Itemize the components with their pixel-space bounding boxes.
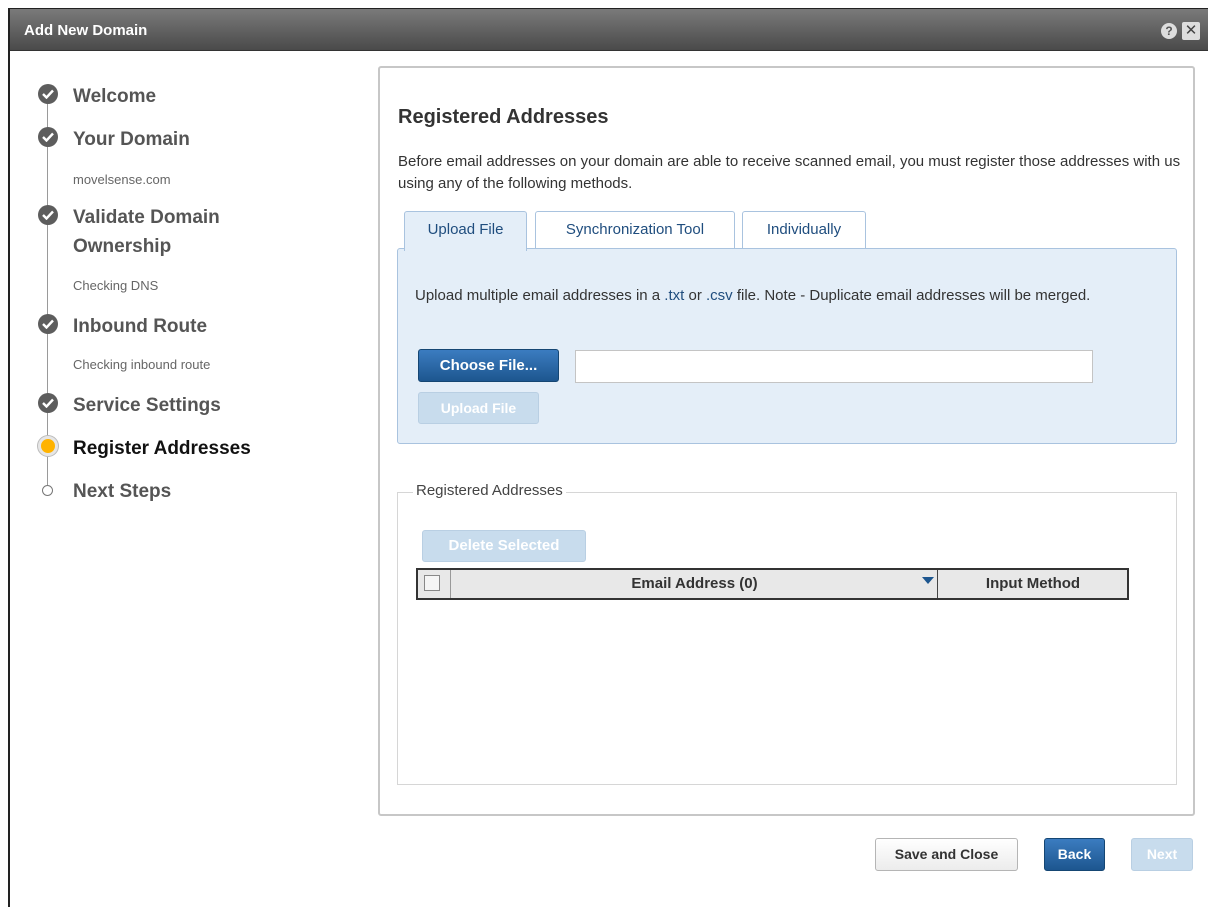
help-icon[interactable]: ? [1161, 23, 1177, 39]
page-title: Registered Addresses [398, 106, 609, 128]
upload-instructions: Upload multiple email addresses in a .tx… [415, 285, 1165, 307]
step-label: Welcome [73, 86, 157, 107]
tab-synchronization-tool[interactable]: Synchronization Tool [535, 211, 735, 248]
step-label: Your Domain [73, 129, 190, 150]
upload-file-button[interactable]: Upload File [418, 392, 539, 424]
column-input-method[interactable]: Input Method [939, 570, 1127, 598]
dialog-title: Add New Domain [24, 22, 148, 39]
sort-down-icon[interactable] [922, 577, 934, 584]
step-label-line2: Ownership [73, 236, 172, 257]
save-and-close-button[interactable]: Save and Close [875, 838, 1018, 871]
steps-connector-line [47, 89, 48, 489]
checkmark-icon [38, 127, 58, 147]
back-button[interactable]: Back [1044, 838, 1105, 871]
step-label: Inbound Route [73, 316, 208, 337]
step-sub-dns: Checking DNS [73, 278, 159, 293]
select-all-checkbox[interactable] [424, 575, 440, 591]
add-domain-dialog: Add New Domain ? ✕ Welcome Your Domain m… [8, 8, 1208, 907]
delete-selected-button[interactable]: Delete Selected [422, 530, 586, 562]
ext-csv-link: .csv [706, 287, 733, 304]
file-path-input[interactable] [575, 350, 1093, 383]
step-label: Validate Domain [73, 207, 220, 228]
ext-txt-link: .txt [664, 287, 685, 304]
next-button[interactable]: Next [1131, 838, 1193, 871]
dialog-titlebar: Add New Domain ? ✕ [10, 9, 1208, 51]
step-label: Register Addresses [73, 438, 251, 459]
page-description: Before email addresses on your domain ar… [398, 153, 1181, 192]
upload-text-before: Upload multiple email addresses in a [415, 287, 665, 304]
registered-addresses-group: Registered Addresses Delete Selected Ema… [397, 482, 1177, 785]
addresses-table-header: Email Address (0) Input Method [416, 568, 1129, 600]
step-label: Next Steps [73, 481, 172, 502]
choose-file-button[interactable]: Choose File... [418, 349, 559, 382]
column-email-address[interactable]: Email Address (0) [452, 570, 938, 598]
checkmark-icon [38, 205, 58, 225]
main-panel: Registered Addresses Before email addres… [378, 66, 1195, 816]
column-email-label: Email Address (0) [631, 575, 758, 592]
checkmark-icon [38, 314, 58, 334]
pending-step-icon [42, 485, 53, 496]
select-all-cell [418, 570, 451, 598]
upload-file-panel: Upload multiple email addresses in a .tx… [397, 248, 1177, 444]
checkmark-icon [38, 84, 58, 104]
checkmark-icon [38, 393, 58, 413]
wizard-steps: Welcome Your Domain movelsense.com Valid… [10, 51, 380, 551]
tab-individually[interactable]: Individually [742, 211, 866, 248]
upload-text-or: or [684, 287, 706, 304]
registered-addresses-legend: Registered Addresses [413, 482, 566, 499]
close-icon[interactable]: ✕ [1182, 22, 1200, 40]
tab-upload-file[interactable]: Upload File [404, 211, 527, 251]
step-sub-domain: movelsense.com [73, 172, 171, 187]
step-sub-inbound: Checking inbound route [73, 357, 211, 372]
current-step-icon [38, 436, 58, 456]
upload-text-after: file. Note - Duplicate email addresses w… [732, 287, 1091, 304]
step-label: Service Settings [73, 395, 221, 416]
